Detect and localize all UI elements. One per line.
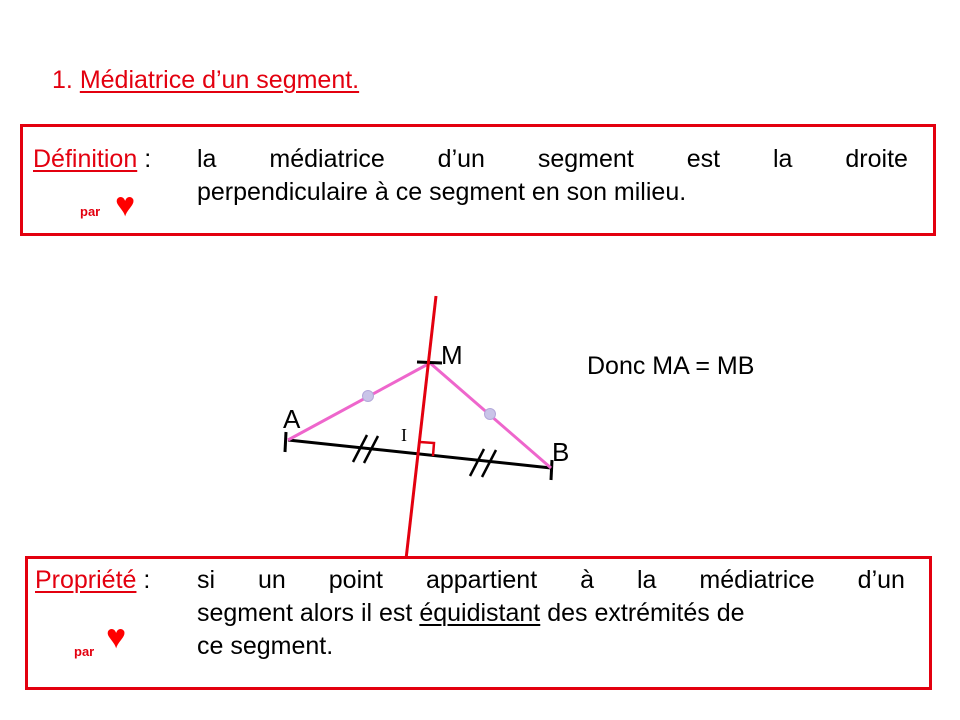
- conclusion-text: Donc MA = MB: [587, 352, 755, 380]
- property-par-text: par: [74, 644, 95, 659]
- segment-ab: [287, 438, 552, 470]
- heart-icon: ♥: [115, 186, 136, 224]
- hash-mark: [480, 449, 498, 478]
- definition-label-text: Définition: [33, 145, 138, 173]
- point-label-m: M: [441, 340, 463, 370]
- equal-marker-mb: [484, 408, 496, 420]
- word: d’un: [857, 566, 905, 594]
- definition-par-text: par: [80, 204, 101, 219]
- bisector-line: [403, 295, 438, 569]
- word: appartient: [425, 566, 538, 594]
- definition-label: Définition :: [33, 145, 151, 174]
- tick-m: [416, 360, 443, 365]
- definition-colon: :: [144, 145, 152, 173]
- word: médiatrice: [699, 566, 815, 594]
- tick-a: [283, 431, 288, 453]
- property-label-text: Propriété: [35, 566, 137, 594]
- text-fragment: des extrémités de: [547, 599, 745, 627]
- section-title-text: Médiatrice d’un segment.: [79, 66, 360, 94]
- underlined-term: équidistant: [419, 599, 541, 627]
- property-line-2: segment alors il est équidistant des ext…: [197, 597, 905, 630]
- property-line-1: si un point appartient à la médiatrice d…: [197, 564, 905, 597]
- word: est: [686, 145, 721, 173]
- section-number: 1.: [52, 66, 73, 94]
- equal-marker-ma: [362, 390, 374, 402]
- text-fragment: segment alors il est: [197, 599, 413, 627]
- word: à: [580, 566, 595, 594]
- word: un: [258, 566, 286, 594]
- hash-mark: [468, 448, 486, 477]
- definition-line-1: la médiatrice d’un segment est la droite: [197, 143, 908, 176]
- hash-mark: [351, 434, 369, 463]
- property-colon: :: [143, 566, 151, 594]
- segment-ma: [287, 361, 431, 442]
- definition-line-2: perpendiculaire à ce segment en son mili…: [197, 178, 687, 206]
- property-line-3: ce segment.: [197, 632, 334, 660]
- point-label-i: I: [401, 425, 407, 445]
- word: point: [328, 566, 383, 594]
- word: la: [773, 145, 793, 173]
- point-label-b: B: [552, 437, 569, 467]
- word: si: [197, 566, 216, 594]
- word: la: [636, 566, 657, 594]
- word: la: [197, 145, 217, 173]
- right-angle-marker: [419, 440, 436, 457]
- definition-text: la médiatrice d’un segment est la droite…: [197, 143, 908, 209]
- property-text: si un point appartient à la médiatrice d…: [197, 564, 905, 663]
- word: droite: [845, 145, 908, 173]
- heart-icon: ♥: [106, 618, 127, 656]
- property-label: Propriété :: [35, 566, 150, 595]
- segment-mb: [429, 361, 552, 470]
- word: médiatrice: [269, 145, 385, 173]
- point-label-a: A: [283, 404, 301, 434]
- tick-b: [549, 459, 554, 481]
- word: segment: [537, 145, 634, 173]
- section-title: 1. Médiatrice d’un segment.: [52, 66, 359, 95]
- word: d’un: [437, 145, 485, 173]
- hash-mark: [362, 435, 380, 464]
